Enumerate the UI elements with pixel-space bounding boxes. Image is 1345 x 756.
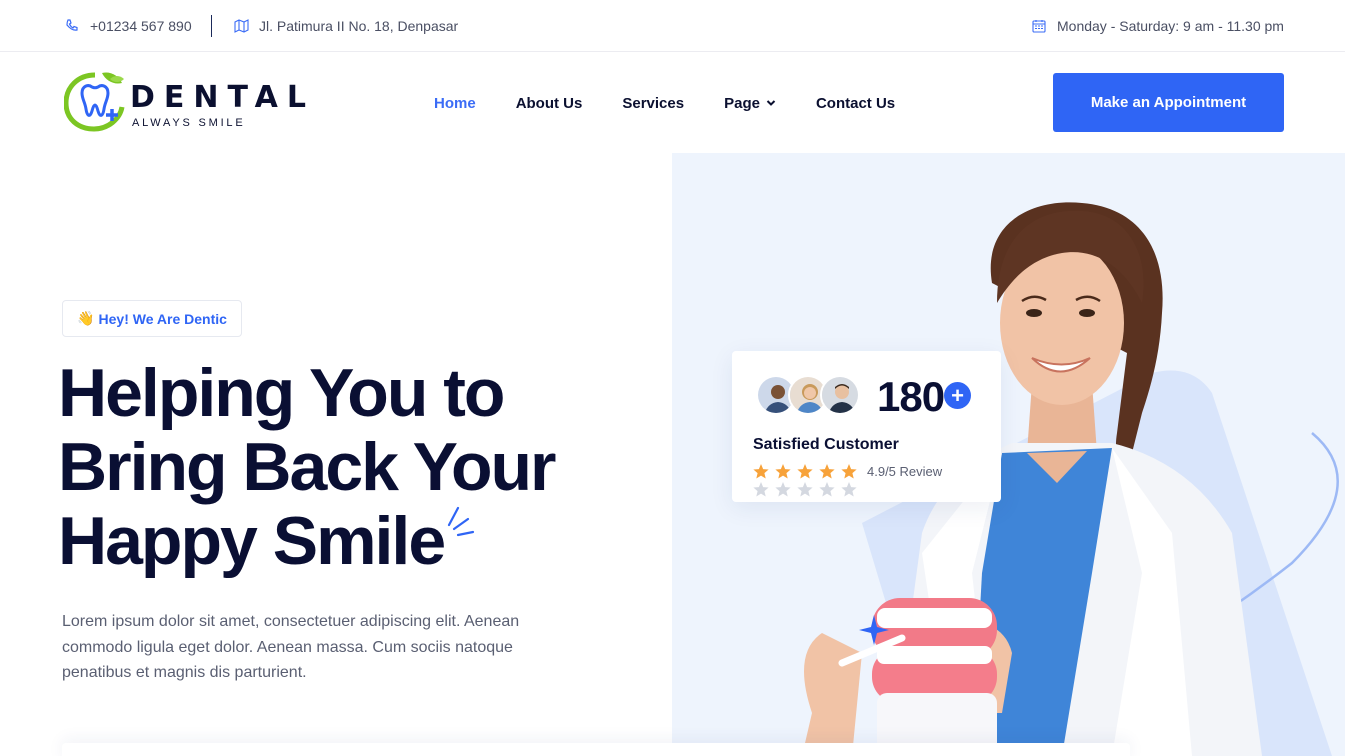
star-rating xyxy=(753,464,857,497)
address-info[interactable]: Jl. Patimura II No. 18, Denpasar xyxy=(233,0,458,52)
nav-page-dropdown[interactable]: Page xyxy=(724,95,776,112)
hero-title: Helping You to Bring Back Your Happy Smi… xyxy=(58,356,618,578)
bottom-card-edge xyxy=(62,743,1130,756)
top-bar: +01234 567 890 Jl. Patimura II No. 18, D… xyxy=(0,0,1345,52)
star-icon xyxy=(841,482,857,497)
tooth-logo-icon xyxy=(64,72,125,132)
calendar-icon xyxy=(1031,18,1047,34)
map-icon xyxy=(233,18,249,34)
hero-badge-text: Hey! We Are Dentic xyxy=(98,310,227,327)
nav-contact-us[interactable]: Contact Us xyxy=(816,95,895,112)
hours-text: Monday - Saturday: 9 am - 11.30 pm xyxy=(1057,18,1284,34)
hero-title-line-2: Bring Back Your xyxy=(58,429,557,505)
review-score: 4.9/5 Review xyxy=(867,464,943,479)
make-appointment-button[interactable]: Make an Appointment xyxy=(1053,73,1284,132)
hours-info: Monday - Saturday: 9 am - 11.30 pm xyxy=(1031,0,1284,52)
satisfied-customer-label: Satisfied Customer xyxy=(753,436,899,453)
customer-avatars xyxy=(756,375,860,417)
phone-info[interactable]: +01234 567 890 xyxy=(64,0,192,52)
hero-badge: 👋 Hey! We Are Dentic xyxy=(62,300,242,337)
hero-title-line-3: Happy Smile xyxy=(58,503,446,579)
nav-menu: Home About Us Services Page Contact Us xyxy=(434,53,935,153)
nav-about-us[interactable]: About Us xyxy=(516,95,583,112)
phone-number: +01234 567 890 xyxy=(90,18,192,34)
hero-title-line-1: Helping You to xyxy=(58,355,505,431)
star-icon xyxy=(775,482,791,497)
customer-count: 180 xyxy=(877,373,945,420)
avatar xyxy=(820,375,860,415)
star-icon xyxy=(775,464,791,479)
topbar-divider xyxy=(211,15,212,37)
star-icon xyxy=(797,464,813,479)
star-icon xyxy=(841,464,857,479)
address-text: Jl. Patimura II No. 18, Denpasar xyxy=(259,18,459,34)
logo-wordmark: DENTAL xyxy=(130,80,315,115)
chevron-down-icon xyxy=(766,100,776,106)
star-icon xyxy=(797,482,813,497)
plus-badge: + xyxy=(944,382,971,409)
logo[interactable]: DENTAL ALWAYS SMILE xyxy=(64,71,324,133)
star-icon xyxy=(753,482,769,497)
logo-tagline: ALWAYS SMILE xyxy=(132,117,246,129)
hero-description: Lorem ipsum dolor sit amet, consectetuer… xyxy=(62,613,520,681)
nav-services[interactable]: Services xyxy=(622,95,684,112)
sparkle-lines-icon xyxy=(447,506,475,537)
main-navbar: DENTAL ALWAYS SMILE Home About Us Servic… xyxy=(0,53,1345,153)
waving-hand-icon: 👋 xyxy=(77,310,95,326)
star-icon xyxy=(819,464,835,479)
nav-page-label: Page xyxy=(724,94,760,112)
phone-icon xyxy=(64,18,80,34)
star-icon xyxy=(753,464,769,479)
review-card: 180 + Satisfied Customer 4.9/5 Review xyxy=(732,351,1001,502)
star-icon xyxy=(819,482,835,497)
nav-home[interactable]: Home xyxy=(434,95,476,112)
